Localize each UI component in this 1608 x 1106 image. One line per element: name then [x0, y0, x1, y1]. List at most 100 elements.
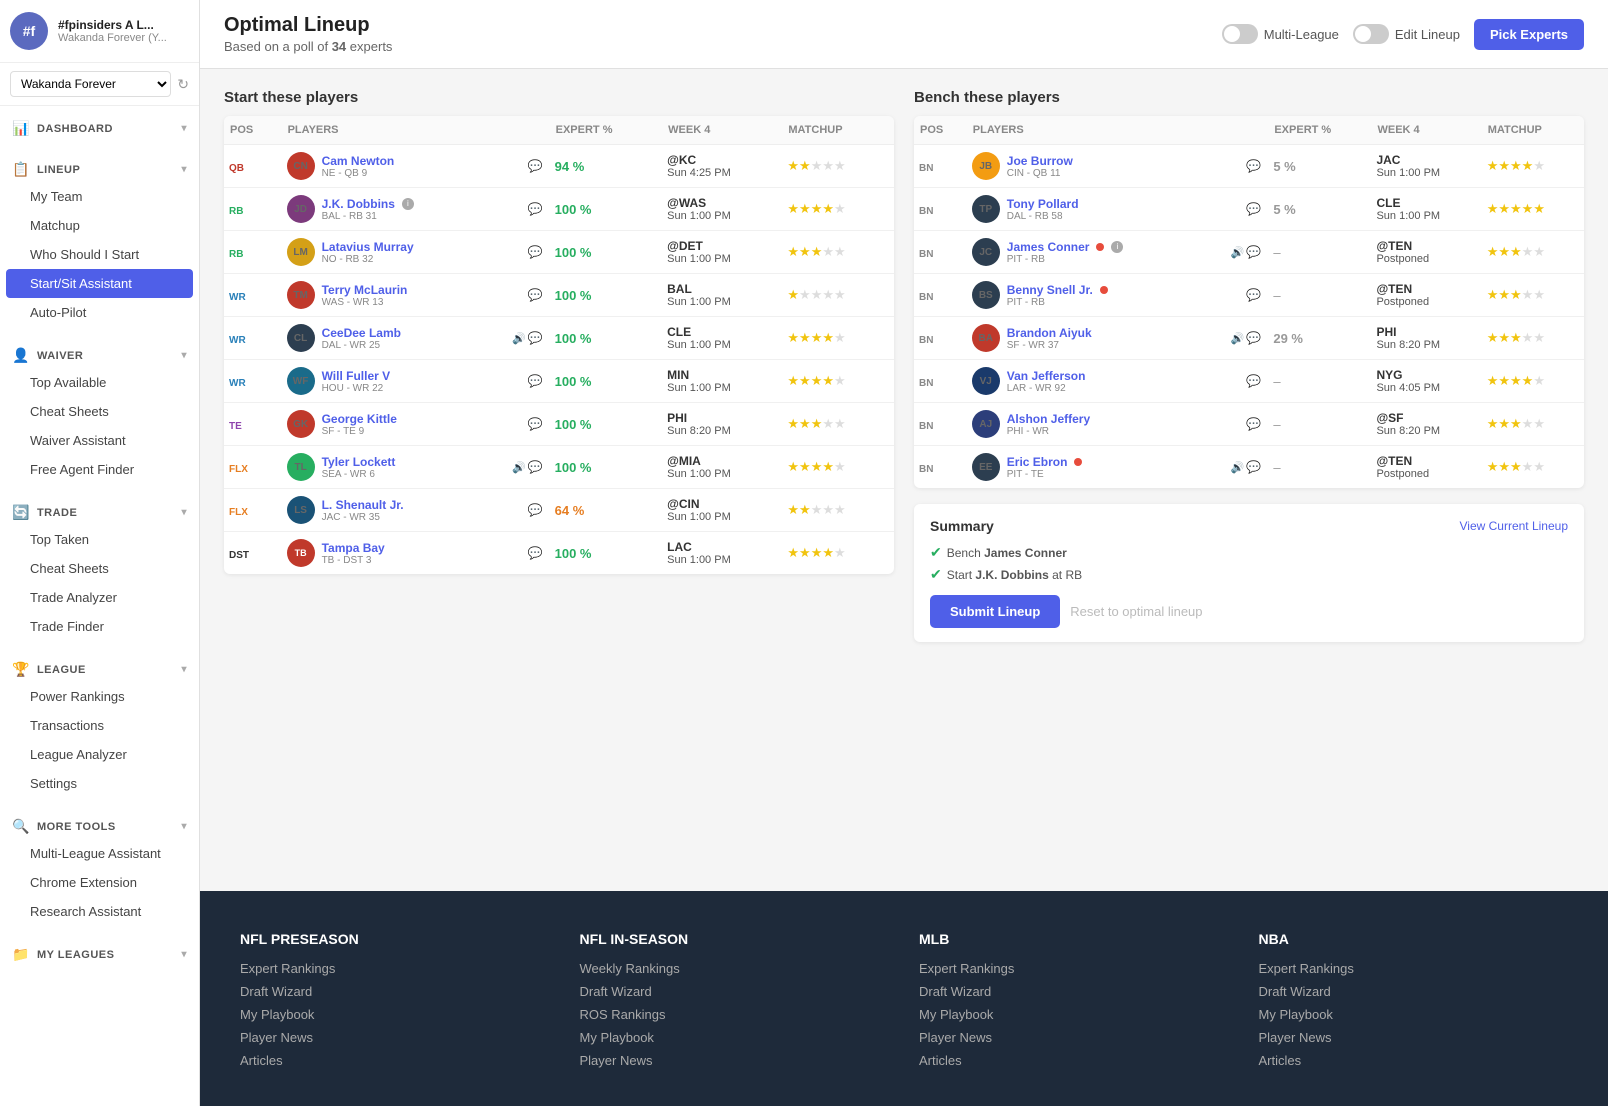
sidebar-item-cheat-sheets[interactable]: Cheat Sheets	[0, 554, 199, 583]
footer-link[interactable]: My Playbook	[1259, 1007, 1569, 1022]
chat-icon[interactable]: 💬	[528, 417, 543, 431]
player-name[interactable]: George Kittle	[322, 412, 397, 426]
footer-link[interactable]: Expert Rankings	[240, 961, 550, 976]
footer-col-3: NBAExpert RankingsDraft WizardMy Playboo…	[1259, 931, 1569, 1076]
player-name[interactable]: James Conner	[1007, 240, 1090, 254]
chat-icon[interactable]: 💬	[1246, 159, 1261, 173]
footer-link[interactable]: Draft Wizard	[919, 984, 1229, 999]
sidebar-item-waiver-assistant[interactable]: Waiver Assistant	[0, 426, 199, 455]
league-select[interactable]: Wakanda Forever	[10, 71, 171, 97]
player-name[interactable]: Terry McLaurin	[322, 283, 408, 297]
multi-league-toggle[interactable]	[1222, 24, 1258, 44]
submit-lineup-button[interactable]: Submit Lineup	[930, 595, 1060, 628]
player-name[interactable]: Brandon Aiyuk	[1007, 326, 1092, 340]
pick-experts-button[interactable]: Pick Experts	[1474, 19, 1584, 50]
chat-icon[interactable]: 💬	[528, 159, 543, 173]
footer-link[interactable]: Player News	[1259, 1030, 1569, 1045]
sidebar-item-power-rankings[interactable]: Power Rankings	[0, 682, 199, 711]
chat-icon[interactable]: 💬	[1246, 460, 1261, 474]
chat-icon[interactable]: 💬	[528, 546, 543, 560]
footer-link[interactable]: Draft Wizard	[1259, 984, 1569, 999]
footer-link[interactable]: Expert Rankings	[919, 961, 1229, 976]
footer-link[interactable]: Player News	[919, 1030, 1229, 1045]
chat-icon[interactable]: 💬	[1246, 245, 1261, 259]
nav-section-header-lineup[interactable]: 📋LINEUP▾	[0, 153, 199, 182]
sidebar-item-matchup[interactable]: Matchup	[0, 211, 199, 240]
chat-icon[interactable]: 💬	[528, 460, 543, 474]
sidebar-item-start/sit-assistant[interactable]: Start/Sit Assistant	[6, 269, 193, 298]
sound-icon[interactable]: 🔊	[1231, 246, 1245, 259]
sound-icon[interactable]: 🔊	[512, 332, 526, 345]
chat-icon[interactable]: 💬	[1246, 202, 1261, 216]
sidebar-item-league-analyzer[interactable]: League Analyzer	[0, 740, 199, 769]
refresh-button[interactable]: ↻	[177, 76, 189, 93]
nav-section-header-dashboard[interactable]: 📊DASHBOARD▾	[0, 112, 199, 141]
info-icon[interactable]: i	[1111, 241, 1123, 253]
player-name[interactable]: Tony Pollard	[1007, 197, 1079, 211]
sidebar-item-cheat-sheets[interactable]: Cheat Sheets	[0, 397, 199, 426]
sidebar-item-transactions[interactable]: Transactions	[0, 711, 199, 740]
sidebar-item-my-team[interactable]: My Team	[0, 182, 199, 211]
chat-icon[interactable]: 💬	[1246, 417, 1261, 431]
sound-icon[interactable]: 🔊	[1231, 332, 1245, 345]
player-name[interactable]: Joe Burrow	[1007, 154, 1073, 168]
expert-pct: –	[1268, 403, 1371, 446]
sidebar-item-auto-pilot[interactable]: Auto-Pilot	[0, 298, 199, 327]
footer-link[interactable]: Articles	[1259, 1053, 1569, 1068]
player-name[interactable]: Cam Newton	[322, 154, 395, 168]
player-name[interactable]: Tampa Bay	[322, 541, 385, 555]
sidebar-item-multi-league-assistant[interactable]: Multi-League Assistant	[0, 839, 199, 868]
footer-link[interactable]: My Playbook	[919, 1007, 1229, 1022]
footer-link[interactable]: My Playbook	[580, 1030, 890, 1045]
sound-icon[interactable]: 🔊	[1231, 461, 1245, 474]
sidebar-item-chrome-extension[interactable]: Chrome Extension	[0, 868, 199, 897]
sidebar-item-who-should-i-start[interactable]: Who Should I Start	[0, 240, 199, 269]
chat-icon[interactable]: 💬	[1246, 331, 1261, 345]
reset-lineup-button[interactable]: Reset to optimal lineup	[1070, 604, 1202, 619]
nav-section-header-waiver[interactable]: 👤WAIVER▾	[0, 339, 199, 368]
chat-icon[interactable]: 💬	[528, 245, 543, 259]
footer-link[interactable]: Articles	[919, 1053, 1229, 1068]
info-icon[interactable]: i	[402, 198, 414, 210]
chat-icon[interactable]: 💬	[1246, 374, 1261, 388]
footer-link[interactable]: Draft Wizard	[580, 984, 890, 999]
chat-icon[interactable]: 💬	[528, 288, 543, 302]
chat-icon[interactable]: 💬	[528, 202, 543, 216]
player-name[interactable]: Alshon Jeffery	[1007, 412, 1090, 426]
footer-link[interactable]: Draft Wizard	[240, 984, 550, 999]
player-name[interactable]: CeeDee Lamb	[322, 326, 401, 340]
sidebar-item-trade-analyzer[interactable]: Trade Analyzer	[0, 583, 199, 612]
sound-icon[interactable]: 🔊	[512, 461, 526, 474]
footer-link[interactable]: Player News	[240, 1030, 550, 1045]
footer-link[interactable]: Articles	[240, 1053, 550, 1068]
sidebar-item-free-agent-finder[interactable]: Free Agent Finder	[0, 455, 199, 484]
footer-link[interactable]: Expert Rankings	[1259, 961, 1569, 976]
chat-icon[interactable]: 💬	[1246, 288, 1261, 302]
player-name[interactable]: Benny Snell Jr.	[1007, 283, 1093, 297]
chat-icon[interactable]: 💬	[528, 503, 543, 517]
player-name[interactable]: L. Shenault Jr.	[322, 498, 404, 512]
sidebar-item-top-available[interactable]: Top Available	[0, 368, 199, 397]
edit-lineup-toggle[interactable]	[1353, 24, 1389, 44]
nav-section-header-my_leagues[interactable]: 📁MY LEAGUES▾	[0, 938, 199, 967]
sidebar-item-top-taken[interactable]: Top Taken	[0, 525, 199, 554]
chat-icon[interactable]: 💬	[528, 374, 543, 388]
sidebar-item-research-assistant[interactable]: Research Assistant	[0, 897, 199, 926]
player-name[interactable]: Will Fuller V	[322, 369, 391, 383]
footer-link[interactable]: My Playbook	[240, 1007, 550, 1022]
player-name[interactable]: Eric Ebron	[1007, 455, 1068, 469]
view-current-lineup-link[interactable]: View Current Lineup	[1459, 519, 1568, 533]
nav-section-header-trade[interactable]: 🔄TRADE▾	[0, 496, 199, 525]
chat-icon[interactable]: 💬	[528, 331, 543, 345]
footer-link[interactable]: ROS Rankings	[580, 1007, 890, 1022]
sidebar-item-trade-finder[interactable]: Trade Finder	[0, 612, 199, 641]
player-name[interactable]: J.K. Dobbins	[322, 197, 395, 211]
nav-section-header-more_tools[interactable]: 🔍MORE TOOLS▾	[0, 810, 199, 839]
footer-link[interactable]: Player News	[580, 1053, 890, 1068]
player-name[interactable]: Van Jefferson	[1007, 369, 1086, 383]
nav-section-header-league[interactable]: 🏆LEAGUE▾	[0, 653, 199, 682]
player-name[interactable]: Tyler Lockett	[322, 455, 396, 469]
footer-link[interactable]: Weekly Rankings	[580, 961, 890, 976]
sidebar-item-settings[interactable]: Settings	[0, 769, 199, 798]
player-name[interactable]: Latavius Murray	[322, 240, 414, 254]
